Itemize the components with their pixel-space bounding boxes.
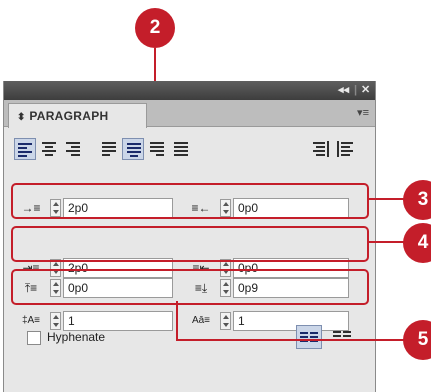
justify-center-button[interactable]: [122, 138, 144, 160]
callout-3-leader: [367, 198, 407, 200]
drop-cap-chars-icon: Aā≡: [191, 315, 211, 326]
justify-all-button[interactable]: [170, 138, 192, 160]
callout-5-leader-horizontal: [176, 339, 406, 341]
justify-right-button[interactable]: [146, 138, 168, 160]
tab-toggle-icon[interactable]: ⬍: [17, 112, 26, 123]
panel-tab-row: ⬍ PARAGRAPH ▾≡: [4, 100, 375, 128]
highlight-first-last-line: [11, 226, 369, 262]
alignment-button-row: [14, 138, 369, 162]
callout-2: 2: [135, 8, 175, 48]
span-columns-button[interactable]: [330, 325, 356, 349]
highlight-indents: [11, 183, 369, 219]
panel-menu-icon[interactable]: ▾≡: [357, 106, 369, 119]
panel-title-bar[interactable]: ◂◂ | ✕: [4, 81, 375, 100]
align-right-button[interactable]: [62, 138, 84, 160]
drop-cap-lines-input[interactable]: 1: [63, 311, 173, 331]
tab-title: PARAGRAPH: [29, 109, 109, 123]
drop-cap-lines-field: ‡A≡ 1: [20, 310, 180, 332]
drop-cap-lines-icon: ‡A≡: [21, 315, 41, 326]
titlebar-divider: |: [354, 84, 358, 96]
callout-4: 4: [403, 223, 431, 263]
drop-cap-lines-stepper[interactable]: [50, 312, 61, 330]
align-away-from-spine-button[interactable]: [334, 138, 356, 160]
drop-cap-chars-stepper[interactable]: [220, 312, 231, 330]
close-icon[interactable]: ✕: [361, 83, 370, 97]
balance-ragged-lines-button[interactable]: [296, 325, 322, 349]
callout-4-leader: [367, 241, 407, 243]
callout-5: 5: [403, 320, 431, 360]
align-towards-spine-button[interactable]: [310, 138, 332, 160]
hyphenate-checkbox[interactable]: [27, 331, 41, 345]
highlight-space-before-after: [11, 269, 369, 305]
callout-3: 3: [403, 180, 431, 220]
tab-paragraph[interactable]: ⬍ PARAGRAPH: [8, 103, 147, 128]
callout-5-leader-vertical: [176, 301, 178, 341]
double-chevron-left-icon[interactable]: ◂◂: [338, 83, 349, 97]
align-center-button[interactable]: [38, 138, 60, 160]
hyphenate-label: Hyphenate: [47, 330, 106, 344]
justify-left-button[interactable]: [98, 138, 120, 160]
tab-paragraph-label: ⬍ PARAGRAPH: [17, 109, 108, 123]
align-left-button[interactable]: [14, 138, 36, 160]
